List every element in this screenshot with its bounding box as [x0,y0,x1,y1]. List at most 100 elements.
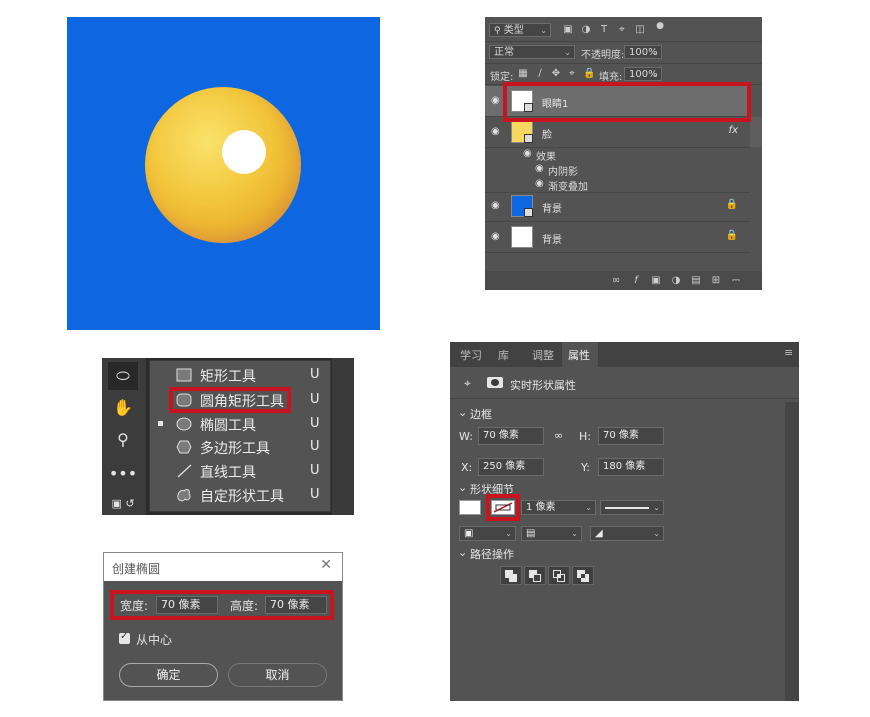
new-layer-icon[interactable]: ⊞ [711,276,721,286]
combine-shapes-button[interactable] [500,566,522,585]
layer-thumbnail [511,195,533,217]
intersect-shapes-button[interactable] [548,566,570,585]
panel-menu-icon[interactable]: ≡ [784,346,793,359]
hand-tool-button[interactable]: ✋ [108,394,138,422]
hand-icon: ✋ [113,398,133,417]
chevron-down-icon[interactable]: ⌄ [458,406,467,419]
stroke-type-select[interactable]: ⌄ [600,500,664,515]
visibility-eye-icon[interactable]: ◉ [523,148,532,159]
fill-swatch[interactable] [459,500,481,515]
face-ellipse[interactable] [145,87,301,243]
swap-colors-button[interactable]: ▣ ↺ [108,490,138,518]
tab-adjustments[interactable]: 调整 [532,347,554,363]
chevron-down-icon: ⌄ [585,503,592,512]
create-ellipse-dialog: 创建椭圆 ✕ 宽度: 70 像素 高度: 70 像素 ✓ 从中心 确定 取消 [103,552,343,701]
height-input[interactable]: 70 像素 [598,427,664,445]
lock-move-icon[interactable]: ✥ [551,69,561,79]
flyout-label: 矩形工具 [200,369,256,385]
zoom-icon: ⚲ [117,430,129,449]
visibility-eye-icon[interactable]: ◉ [535,163,544,174]
chevron-down-icon: ⌄ [651,70,658,79]
smart-object-filter-icon[interactable]: ◫ [635,25,645,35]
flyout-item-polygon[interactable]: 多边形工具 U [150,435,330,459]
width-input[interactable]: 70 像素 [478,427,544,445]
effects-row[interactable]: ◉ 效果 [485,147,750,163]
lock-icon[interactable]: 🔒 [726,230,738,241]
filter-toggle-icon[interactable]: ● [655,21,665,31]
close-icon[interactable]: ✕ [320,557,332,573]
ok-button[interactable]: 确定 [119,663,218,687]
flyout-label: 直线工具 [200,465,256,481]
type-filter-icon[interactable]: T [599,25,609,35]
cancel-button[interactable]: 取消 [228,663,327,687]
properties-scrollbar[interactable] [785,402,799,701]
stroke-cap-select[interactable]: ▤ ⌄ [521,526,582,541]
effect-inner-shadow[interactable]: ◉ 内阴影 [485,162,750,178]
flyout-shortcut: U [310,487,320,502]
tab-properties[interactable]: 属性 [568,347,590,363]
link-icon[interactable]: ∞ [611,276,621,286]
highlight-box [169,387,291,413]
visibility-eye-icon[interactable]: ◉ [491,126,500,137]
flyout-item-ellipse[interactable]: 椭圆工具 U [150,412,330,436]
layer-thumbnail [511,121,533,143]
flyout-item-custom-shape[interactable]: 自定形状工具 U [150,483,330,507]
chevron-down-icon: ⌄ [653,503,660,512]
tab-libraries[interactable]: 库 [498,347,509,363]
delete-layer-icon[interactable]: ⎓ [731,276,741,286]
visibility-eye-icon[interactable]: ◉ [535,178,544,189]
ellipse-tool-button[interactable]: ⬭ [108,362,138,390]
visibility-eye-icon[interactable]: ◉ [491,200,500,211]
layers-scrollbar[interactable] [750,117,762,147]
tab-learn[interactable]: 学习 [460,347,482,363]
flyout-label: 多边形工具 [200,441,270,457]
lock-artboard-icon[interactable]: ⌖ [567,69,577,79]
shape-filter-icon[interactable]: ⌖ [617,25,627,35]
exclude-overlap-button[interactable] [572,566,594,585]
flyout-item-rectangle[interactable]: 矩形工具 U [150,363,330,387]
from-center-checkbox[interactable]: ✓ [119,631,130,644]
visibility-eye-icon[interactable]: ◉ [491,95,500,106]
flyout-item-line[interactable]: 直线工具 U [150,459,330,483]
lock-all-icon[interactable]: 🔒 [583,69,595,79]
zoom-tool-button[interactable]: ⚲ [108,426,138,454]
opacity-field[interactable]: 100% ⌄ [624,45,662,59]
x-label: X: [461,461,473,474]
pixel-filter-icon[interactable]: ▣ [563,25,573,35]
y-input[interactable]: 180 像素 [598,458,664,476]
properties-header: 实时形状属性 [510,379,576,392]
lock-icon[interactable]: 🔒 [726,199,738,210]
lock-transparent-icon[interactable]: ▦ [518,69,528,79]
layer-row-background-blue[interactable]: ◉ 背景 🔒 [485,191,750,222]
link-icon[interactable]: ∞ [554,429,563,442]
fx-icon[interactable]: fx [729,125,738,136]
new-adjustment-icon[interactable]: ◑ [671,276,681,286]
add-mask-icon[interactable]: ▣ [651,276,661,286]
subtract-front-button[interactable] [524,566,546,585]
fill-field[interactable]: 100% ⌄ [624,67,662,81]
add-style-icon[interactable]: f [631,276,641,286]
lock-label: 锁定: [490,72,514,83]
document-canvas[interactable] [67,17,380,330]
adjustment-filter-icon[interactable]: ◑ [581,25,591,35]
shape-badge-icon [524,134,533,143]
more-tools-button[interactable]: ••• [108,460,138,488]
blend-mode-select[interactable]: 正常 ⌄ [489,45,575,59]
x-input[interactable]: 250 像素 [478,458,544,476]
layer-thumbnail [511,226,533,248]
panel-edge [332,358,354,515]
eye-ellipse[interactable] [222,130,266,174]
chevron-down-icon[interactable]: ⌄ [458,481,467,494]
new-group-icon[interactable]: ▤ [691,276,701,286]
stroke-width-select[interactable]: 1 像素 ⌄ [521,500,596,515]
layers-bottom-toolbar: ∞ f ▣ ◑ ▤ ⊞ ⎓ [485,271,762,290]
stroke-corner-select[interactable]: ◢ ⌄ [590,526,664,541]
layer-row-background[interactable]: ◉ 背景 🔒 [485,222,750,253]
lock-brush-icon[interactable]: ∕ [535,69,545,79]
check-icon: ✓ [120,631,129,642]
layer-filter-select[interactable]: ⚲ 类型 ⌄ [489,23,551,37]
stroke-align-select[interactable]: ▣ ⌄ [459,526,516,541]
chevron-down-icon[interactable]: ⌄ [458,546,467,559]
visibility-eye-icon[interactable]: ◉ [491,231,500,242]
dialog-title: 创建椭圆 [112,562,161,576]
